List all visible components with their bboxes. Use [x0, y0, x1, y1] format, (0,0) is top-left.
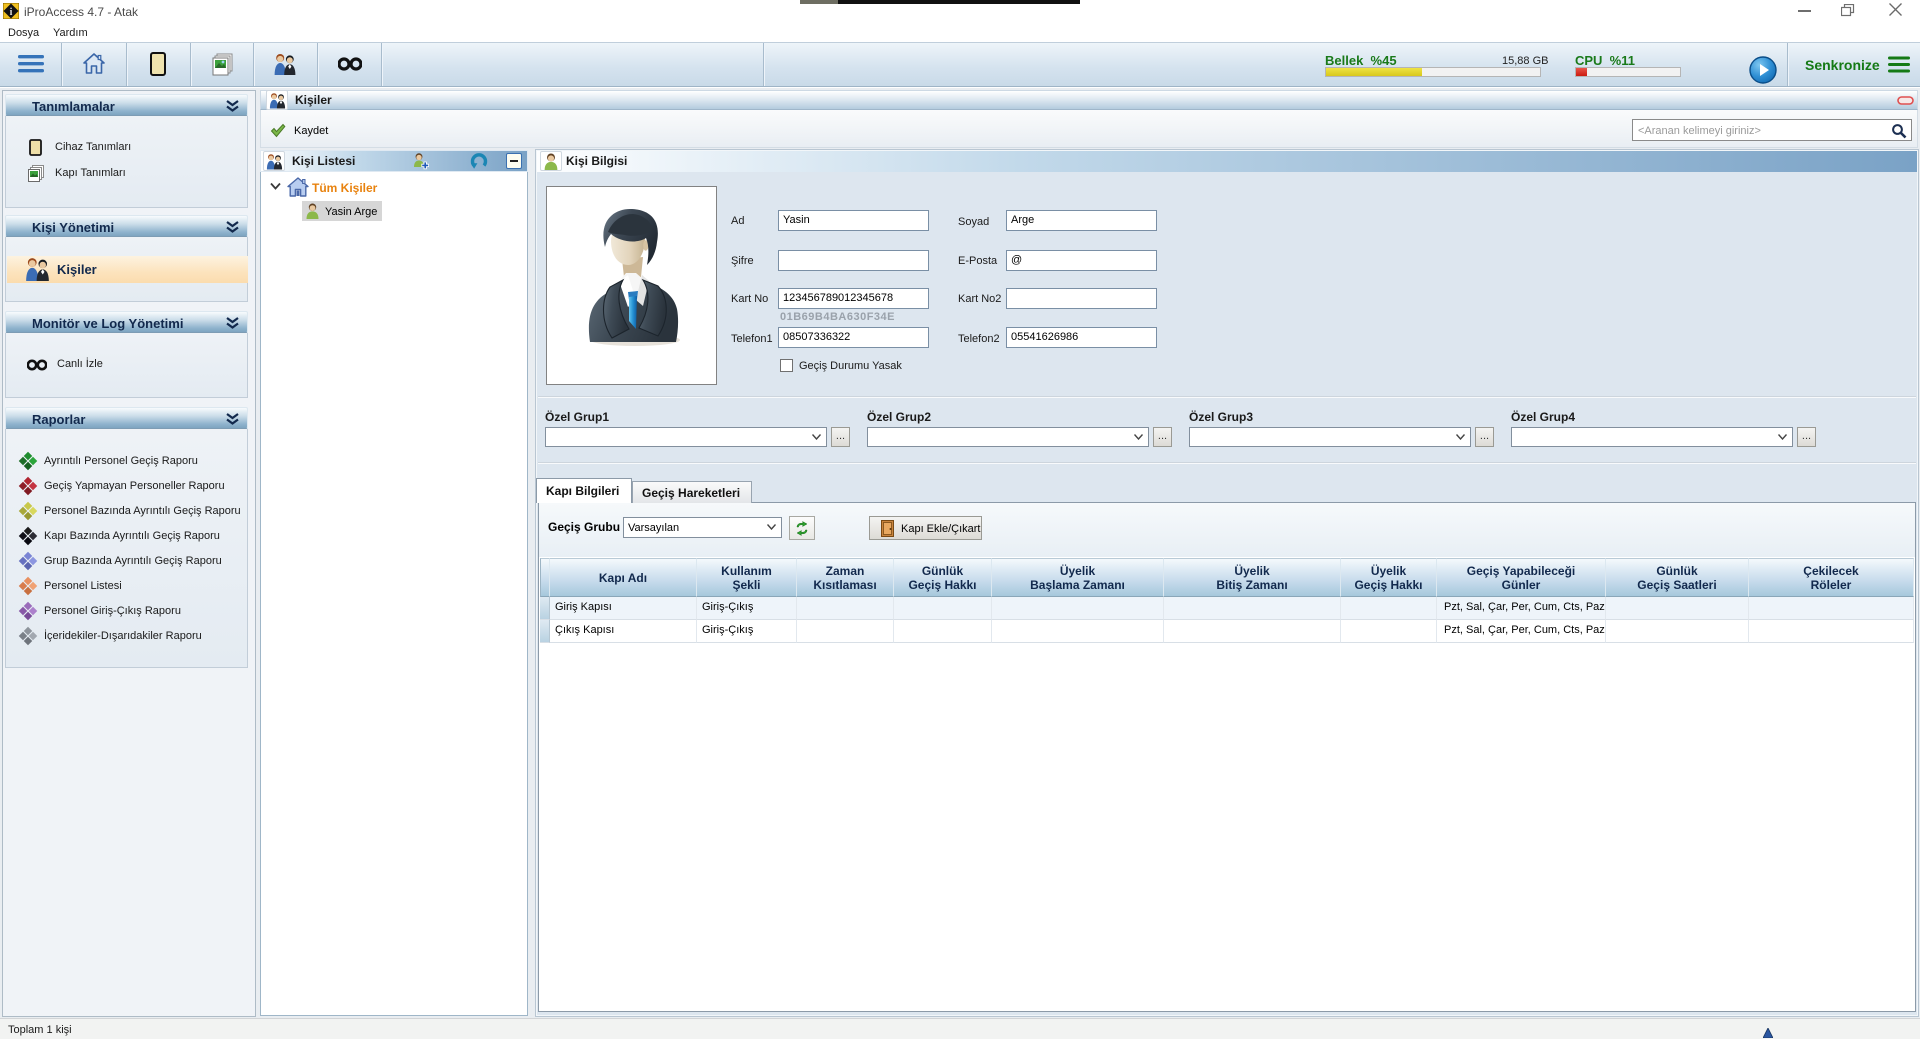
svg-text:i: i	[10, 7, 13, 18]
